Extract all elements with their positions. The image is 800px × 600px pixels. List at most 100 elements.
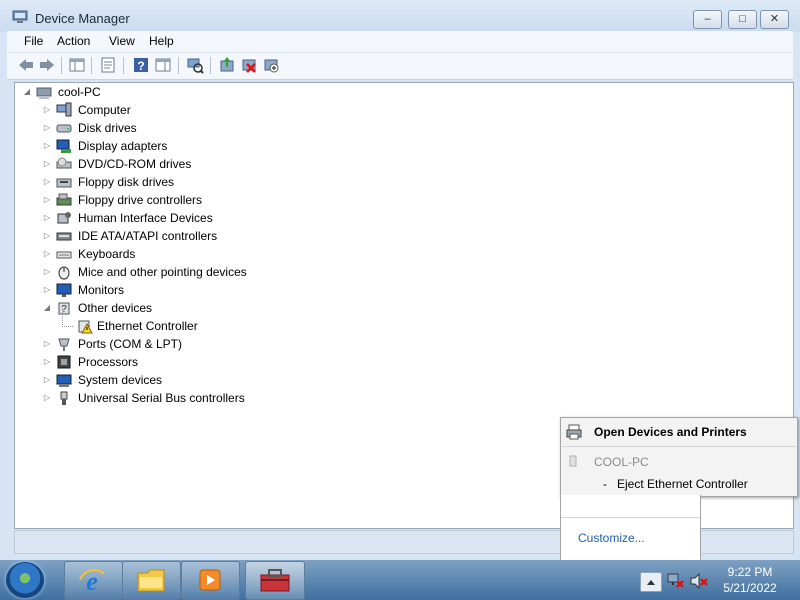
device-manager-toolbox-icon — [260, 569, 290, 592]
root-label: cool-PC — [58, 85, 101, 99]
expand-triangle-icon[interactable]: ▷ — [43, 245, 51, 263]
tree-item-label: Monitors — [78, 283, 125, 297]
menu-file[interactable]: File — [20, 33, 47, 49]
expand-triangle-icon[interactable]: ▷ — [43, 155, 51, 173]
toolbar: ? — [7, 53, 793, 80]
floppy-controller-icon — [56, 193, 72, 206]
internet-explorer-button[interactable]: e — [64, 561, 123, 600]
expand-triangle-icon[interactable]: ▷ — [43, 281, 51, 299]
expand-triangle-icon[interactable]: ▷ — [43, 173, 51, 191]
minimize-button[interactable]: – — [693, 10, 722, 29]
hid-icon — [57, 212, 71, 224]
action-pane-icon[interactable] — [154, 56, 172, 74]
menu-help[interactable]: Help — [145, 33, 178, 49]
network-disconnected-icon[interactable] — [667, 573, 685, 589]
tree-item-label: Human Interface Devices — [78, 211, 213, 225]
printer-icon — [566, 424, 582, 440]
windows-explorer-button[interactable] — [122, 561, 181, 600]
expand-triangle-icon[interactable]: ▷ — [43, 101, 51, 119]
expand-triangle-icon[interactable]: ▷ — [43, 227, 51, 245]
toolbar-separator — [61, 57, 62, 74]
customize-link[interactable]: Customize... — [578, 531, 645, 545]
start-button[interactable] — [6, 562, 44, 598]
expand-triangle-icon[interactable]: ▷ — [43, 209, 51, 227]
minimize-icon: – — [704, 13, 711, 25]
window-title: Device Manager — [35, 11, 130, 26]
display-adapter-icon — [56, 139, 71, 153]
properties-icon[interactable] — [99, 56, 117, 74]
computer-icon — [36, 87, 52, 99]
mouse-icon — [58, 266, 70, 280]
tree-child-label: Ethernet Controller — [97, 319, 198, 333]
tree-item-label: System devices — [78, 373, 163, 387]
windows-explorer-icon — [137, 569, 165, 592]
expand-triangle-icon[interactable]: ▷ — [43, 371, 51, 389]
keyboard-icon — [56, 251, 72, 259]
clock-time[interactable]: 9:22 PM — [716, 565, 784, 579]
collapse-triangle-icon[interactable]: ◢ — [23, 83, 31, 101]
menu-view[interactable]: View — [105, 33, 139, 49]
tree-item-label: Processors — [78, 355, 139, 369]
usb-icon — [60, 391, 68, 405]
maximize-icon: □ — [739, 13, 746, 25]
eject-ethernet-controller[interactable]: Eject Ethernet Controller — [617, 477, 748, 491]
tray-overflow-panel: Customize... — [560, 495, 701, 561]
overflow-divider — [561, 517, 700, 518]
tree-item-label: Keyboards — [78, 247, 136, 261]
eject-bullet: - — [603, 477, 607, 491]
tree-item-label: Other devices — [78, 301, 153, 315]
expand-triangle-icon[interactable]: ▷ — [43, 335, 51, 353]
forward-arrow-icon[interactable] — [38, 56, 56, 74]
tree-item-label: Floppy drive controllers — [78, 193, 203, 207]
expand-triangle-icon[interactable]: ▷ — [43, 191, 51, 209]
media-player-button[interactable] — [181, 561, 240, 600]
ide-controller-icon — [56, 232, 72, 241]
dvd-drive-icon — [56, 157, 72, 169]
collapse-triangle-icon[interactable]: ◢ — [43, 299, 51, 317]
computer-icon — [56, 102, 72, 117]
maximize-button[interactable]: □ — [728, 10, 757, 29]
expand-triangle-icon[interactable]: ▷ — [43, 263, 51, 281]
internet-explorer-icon: e — [79, 567, 105, 594]
disk-drive-icon — [56, 124, 72, 133]
menu-bar: File Action View Help — [7, 31, 793, 53]
processor-icon — [57, 355, 71, 369]
toolbar-separator — [210, 57, 211, 74]
expand-triangle-icon[interactable]: ▷ — [43, 389, 51, 407]
clock-date[interactable]: 5/21/2022 — [716, 581, 784, 595]
tree-item-label: Universal Serial Bus controllers — [78, 391, 245, 405]
device-manager-taskbar-button[interactable] — [245, 561, 305, 600]
menu-action[interactable]: Action — [53, 33, 94, 49]
expand-triangle-icon[interactable]: ▷ — [43, 119, 51, 137]
title-bar[interactable]: Device Manager – □ ✕ — [0, 0, 800, 32]
back-arrow-icon[interactable] — [17, 56, 35, 74]
disable-device-icon[interactable] — [262, 56, 280, 74]
update-driver-icon[interactable] — [218, 56, 236, 74]
device-heading: COOL-PC — [594, 455, 649, 469]
device-manager-icon — [12, 10, 28, 23]
tree-item-label: Display adapters — [78, 139, 168, 153]
safely-remove-popup: Open Devices and Printers COOL-PC - Ejec… — [560, 417, 798, 497]
system-device-icon — [56, 374, 72, 387]
open-devices-and-printers[interactable]: Open Devices and Printers — [594, 425, 747, 439]
port-icon — [58, 338, 70, 351]
warning-device-icon — [78, 320, 93, 334]
tree-item-label: Computer — [78, 103, 131, 117]
show-hide-console-tree-icon[interactable] — [68, 56, 86, 74]
uninstall-device-icon[interactable] — [240, 56, 258, 74]
svg-text:?: ? — [137, 59, 144, 73]
show-hidden-icons-button[interactable] — [640, 572, 662, 592]
system-tray: 9:22 PM 5/21/2022 — [640, 564, 800, 598]
scan-hardware-changes-icon[interactable] — [186, 56, 204, 74]
close-button[interactable]: ✕ — [760, 10, 789, 29]
tree-item-label: Mice and other pointing devices — [78, 265, 247, 279]
close-icon: ✕ — [769, 13, 780, 25]
expand-triangle-icon[interactable]: ▷ — [43, 137, 51, 155]
volume-muted-icon[interactable] — [690, 573, 708, 589]
tree-item-label: IDE ATA/ATAPI controllers — [78, 229, 218, 243]
floppy-disk-icon — [56, 178, 72, 188]
help-icon[interactable]: ? — [132, 56, 150, 74]
usb-drive-icon — [569, 455, 577, 467]
expand-triangle-icon[interactable]: ▷ — [43, 353, 51, 371]
toolbar-separator — [178, 57, 179, 74]
